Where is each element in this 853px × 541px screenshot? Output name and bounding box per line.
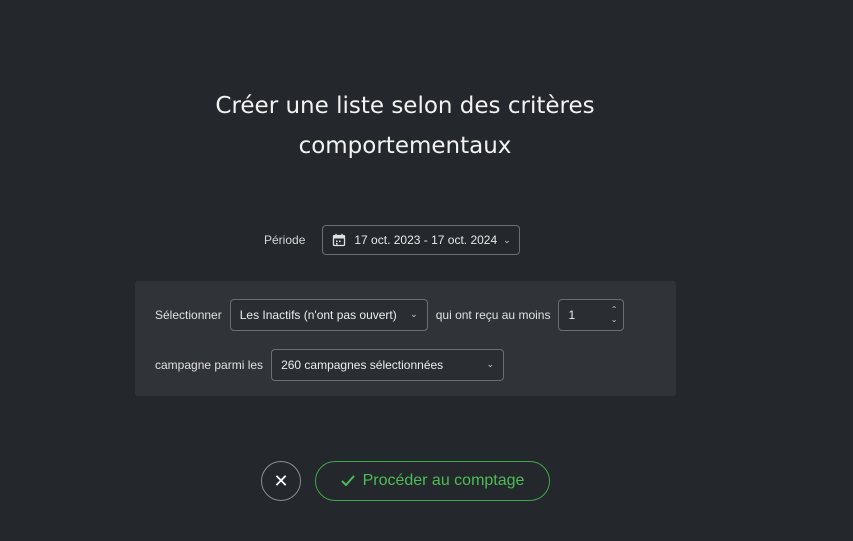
campaign-label: campagne parmi les <box>155 357 264 372</box>
segment-select-value: Les Inactifs (n'ont pas ouvert) <box>239 307 397 322</box>
chevron-down-icon: ⌄ <box>503 234 511 245</box>
date-range-value: 17 oct. 2023 - 17 oct. 2024 <box>354 233 498 247</box>
stepper-arrows: ⌃ ⌄ <box>611 305 618 325</box>
count-stepper[interactable]: 1 ⌃ ⌄ <box>558 298 625 331</box>
chevron-up-icon[interactable]: ⌃ <box>611 305 618 315</box>
count-value: 1 <box>568 307 576 322</box>
page-title-line1: Créer une liste selon des critères <box>215 93 595 119</box>
campaigns-select[interactable]: 260 campagnes sélectionnées ⌄ <box>271 348 505 381</box>
chevron-down-icon[interactable]: ⌄ <box>611 315 618 325</box>
chevron-down-icon: ⌄ <box>486 359 495 369</box>
page: Créer une liste selon des critères compo… <box>0 0 853 541</box>
period-row: Période 17 oct. 2023 - 17 oct. 2024 ⌄ <box>264 224 520 256</box>
cancel-button[interactable]: ✕ <box>261 461 301 501</box>
date-range-picker[interactable]: 17 oct. 2023 - 17 oct. 2024 ⌄ <box>322 225 520 255</box>
criteria-panel: Sélectionner Les Inactifs (n'ont pas ouv… <box>135 281 676 396</box>
page-title: Créer une liste selon des critères compo… <box>0 86 810 166</box>
segment-select[interactable]: Les Inactifs (n'ont pas ouvert) ⌄ <box>229 298 428 331</box>
chevron-down-icon: ⌄ <box>410 309 418 319</box>
criteria-row-1: Sélectionner Les Inactifs (n'ont pas ouv… <box>155 298 625 331</box>
page-title-line2: comportementaux <box>298 133 512 159</box>
actions: ✕ Procéder au comptage <box>261 461 550 501</box>
close-icon: ✕ <box>273 470 289 491</box>
campaigns-select-value: 260 campagnes sélectionnées <box>281 357 444 372</box>
received-label: qui ont reçu au moins <box>435 307 551 322</box>
select-label: Sélectionner <box>155 307 222 322</box>
proceed-count-button[interactable]: Procéder au comptage <box>315 461 550 501</box>
calendar-icon <box>333 233 346 247</box>
check-icon <box>341 475 355 486</box>
criteria-row-2: campagne parmi les 260 campagnes sélecti… <box>155 348 505 381</box>
period-label: Période <box>264 233 306 247</box>
proceed-count-label: Procéder au comptage <box>362 472 525 489</box>
